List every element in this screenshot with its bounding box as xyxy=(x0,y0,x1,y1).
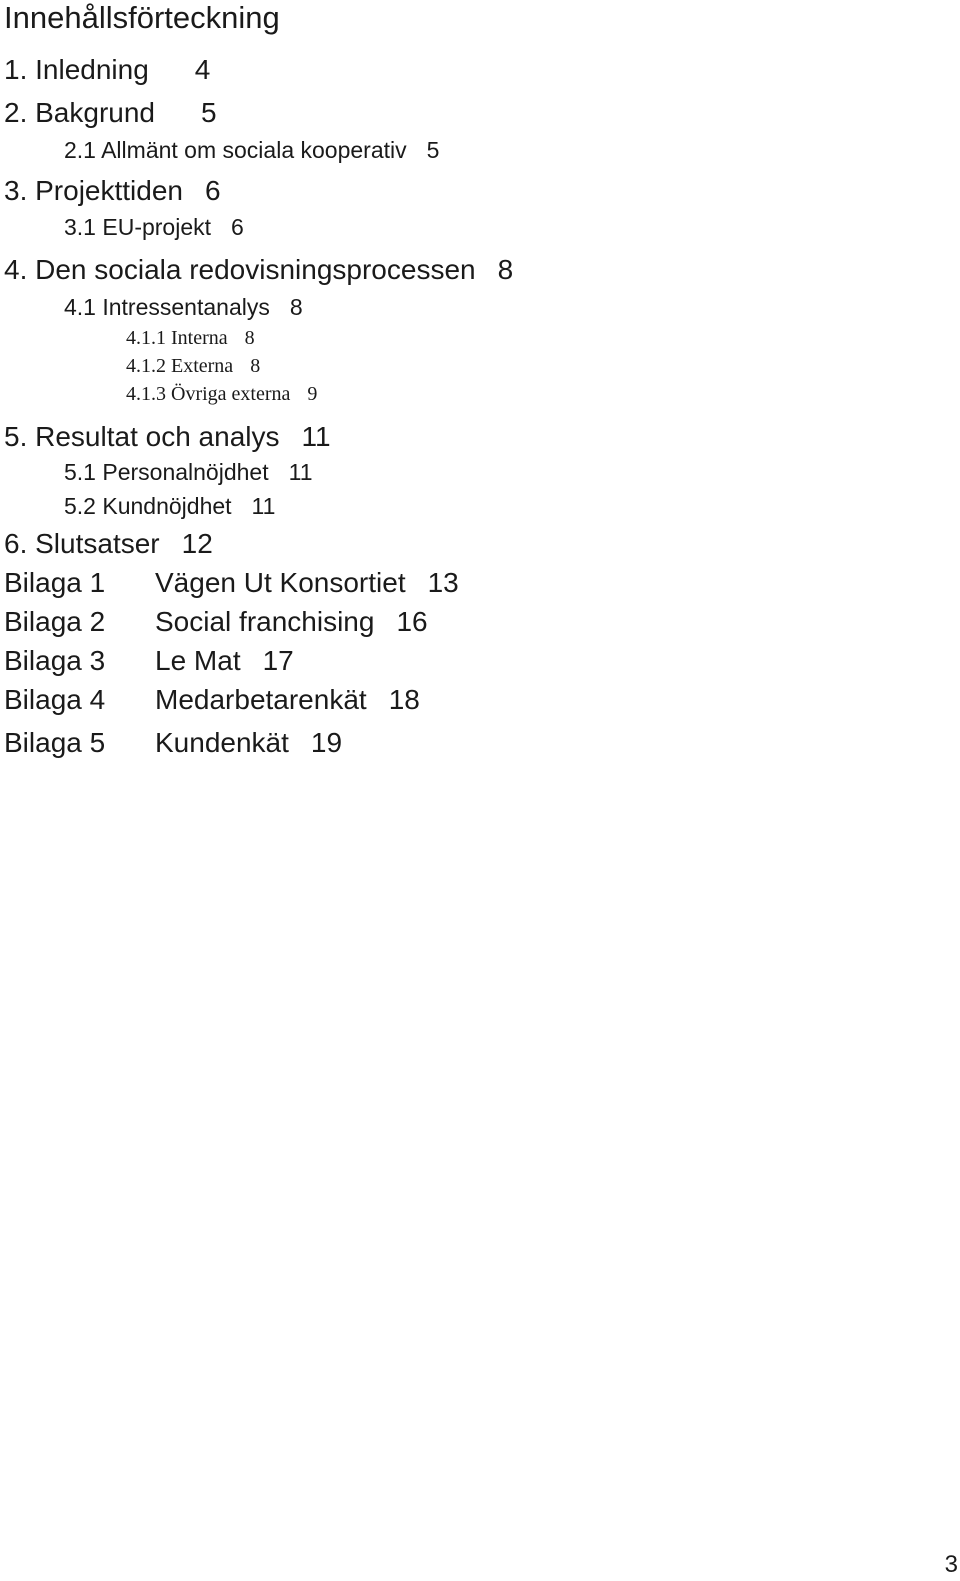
toc-entry-label: 5.2 Kundnöjdhet xyxy=(64,493,232,519)
toc-entry-page: 11 xyxy=(251,493,276,519)
toc-entry[interactable]: 2. Bakgrund 5 xyxy=(4,99,217,127)
toc-entry-page: 6 xyxy=(205,175,221,206)
toc-entry-label: 3.1 EU-projekt xyxy=(64,214,212,240)
toc-entry-label: 6. Slutsatser xyxy=(4,528,160,559)
toc-entry-page: 11 xyxy=(301,421,331,452)
appendix-label: Bilaga 1 xyxy=(4,567,106,598)
appendix-entry[interactable]: Bilaga 4 Medarbetarenkät 18 xyxy=(4,686,420,714)
toc-entry-page: 8 xyxy=(289,294,303,320)
appendix-label: Bilaga 4 xyxy=(4,684,106,715)
appendix-entry[interactable]: Bilaga 5 Kundenkät 19 xyxy=(4,729,342,757)
toc-entry-label: 4.1 Intressentanalys xyxy=(64,294,270,320)
toc-entry[interactable]: 4.1.1 Interna 8 xyxy=(126,328,255,348)
appendix-page: 18 xyxy=(388,684,420,715)
toc-entry[interactable]: 2.1 Allmänt om sociala kooperativ 5 xyxy=(64,139,439,162)
toc-entry-page: 8 xyxy=(244,327,255,349)
appendix-title: Vägen Ut Konsortiet xyxy=(155,567,406,598)
toc-heading: Innehållsförteckning xyxy=(4,0,280,35)
toc-entry[interactable]: 3.1 EU-projekt 6 xyxy=(64,216,244,239)
toc-entry-label: 5.1 Personalnöjdhet xyxy=(64,459,269,485)
toc-entry-label: 1. Inledning xyxy=(4,54,149,85)
appendix-entry[interactable]: Bilaga 3 Le Mat 17 xyxy=(4,647,294,675)
toc-entry[interactable]: 1. Inledning 4 xyxy=(4,56,210,84)
appendix-title: Medarbetarenkät xyxy=(155,684,367,715)
toc-entry[interactable]: 4.1.3 Övriga externa 9 xyxy=(126,384,317,404)
toc-entry[interactable]: 6. Slutsatser 12 xyxy=(4,530,213,558)
appendix-title: Kundenkät xyxy=(155,727,289,758)
toc-entry[interactable]: 3. Projekttiden 6 xyxy=(4,177,221,205)
toc-entry[interactable]: 5. Resultat och analys 11 xyxy=(4,423,331,451)
toc-entry-label: 2.1 Allmänt om sociala kooperativ xyxy=(64,137,407,163)
toc-entry[interactable]: 5.2 Kundnöjdhet 11 xyxy=(64,495,275,518)
appendix-entry[interactable]: Bilaga 2 Social franchising 16 xyxy=(4,608,428,636)
appendix-page: 13 xyxy=(427,567,459,598)
appendix-title: Le Mat xyxy=(155,645,241,676)
toc-entry-label: 4.1.2 Externa xyxy=(126,355,234,377)
toc-entry-label: 5. Resultat och analys xyxy=(4,421,280,452)
toc-entry-page: 9 xyxy=(307,383,318,405)
appendix-label: Bilaga 5 xyxy=(4,727,106,758)
toc-entry[interactable]: 4. Den sociala redovisningsprocessen 8 xyxy=(4,256,513,284)
toc-entry-page: 5 xyxy=(201,97,217,128)
appendix-page: 19 xyxy=(310,727,343,758)
appendix-label: Bilaga 3 xyxy=(4,645,106,676)
toc-entry-page: 12 xyxy=(181,528,213,559)
page-number: 3 xyxy=(944,1551,958,1578)
toc-entry-label: 2. Bakgrund xyxy=(4,97,155,128)
toc-entry[interactable]: 4.1.2 Externa 8 xyxy=(126,356,260,376)
appendix-page: 17 xyxy=(262,645,294,676)
appendix-title: Social franchising xyxy=(155,606,375,637)
toc-entry-label: 4.1.1 Interna xyxy=(126,327,228,349)
toc-entry-page: 8 xyxy=(250,355,261,377)
toc-entry-page: 8 xyxy=(497,254,514,285)
toc-entry-label: 3. Projekttiden xyxy=(4,175,183,206)
toc-entry-page: 6 xyxy=(231,214,244,240)
toc-entry[interactable]: 5.1 Personalnöjdhet 11 xyxy=(64,461,313,484)
appendix-label: Bilaga 2 xyxy=(4,606,106,637)
toc-entry-label: 4.1.3 Övriga externa xyxy=(126,383,291,405)
appendix-entry[interactable]: Bilaga 1 Vägen Ut Konsortiet 13 xyxy=(4,569,459,597)
toc-entry-page: 5 xyxy=(426,137,440,163)
toc-entry[interactable]: 4.1 Intressentanalys 8 xyxy=(64,296,303,319)
toc-entry-page: 4 xyxy=(194,54,211,85)
toc-entry-label: 4. Den sociala redovisningsprocessen xyxy=(4,254,476,285)
toc-entry-page: 11 xyxy=(288,459,313,485)
appendix-page: 16 xyxy=(396,606,428,637)
